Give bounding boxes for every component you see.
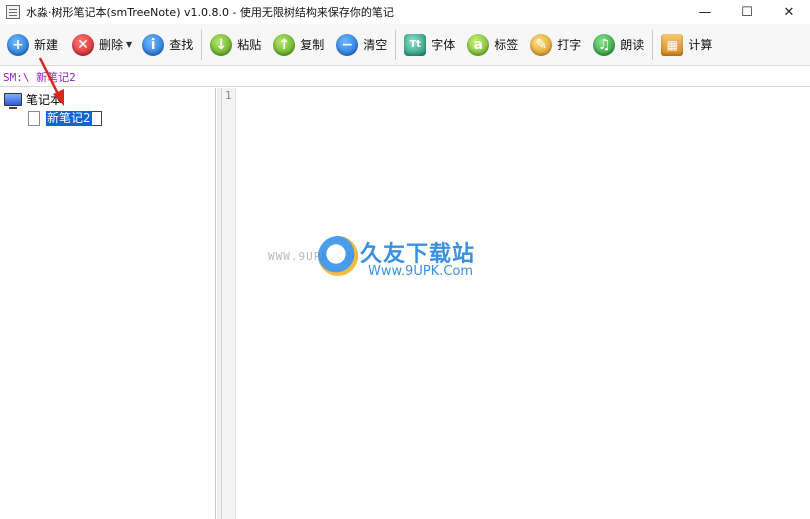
tag-icon: a: [467, 33, 490, 56]
tag-button[interactable]: a 标签: [463, 29, 522, 61]
monitor-icon: [4, 92, 22, 109]
find-button-label: 查找: [169, 38, 194, 52]
watermark: WWW.9UPK.COM 久友下载站 Www.9UPK.Com: [268, 234, 498, 294]
editor-content[interactable]: [242, 89, 810, 519]
font-button-label: 字体: [431, 38, 456, 52]
delete-button-label: 删除: [99, 38, 124, 52]
minimize-button[interactable]: —: [684, 0, 726, 24]
watermark-url: Www.9UPK.Com: [368, 264, 474, 279]
window-title: 水淼·树形笔记本(smTreeNote) v1.0.8.0 - 使用无限树结构来…: [26, 6, 394, 19]
tree-node-new-note[interactable]: 新笔记2: [28, 109, 102, 127]
calculator-button-label: 计算: [688, 38, 713, 52]
watermark-logo-icon: [318, 236, 358, 276]
info-icon: i: [142, 33, 165, 56]
delete-icon: ✕: [72, 33, 95, 56]
typing-button[interactable]: ✎ 打字: [526, 29, 585, 61]
app-notebook-icon: [6, 5, 20, 19]
line-number-gutter: 1: [222, 88, 236, 519]
font-button[interactable]: Tt 字体: [400, 29, 459, 61]
maximize-button[interactable]: ☐: [726, 0, 768, 24]
copy-button-label: 复制: [300, 38, 325, 52]
find-button[interactable]: i 查找: [138, 29, 197, 61]
clear-button[interactable]: − 清空: [332, 29, 391, 61]
window-controls: — ☐ ✕: [684, 0, 810, 24]
close-button[interactable]: ✕: [768, 0, 810, 24]
calculator-button[interactable]: ▦ 计算: [657, 29, 716, 61]
copy-up-icon: ↑: [273, 33, 296, 56]
clear-button-label: 清空: [363, 38, 388, 52]
toolbar-divider: [201, 29, 203, 60]
tree-node-label-editing[interactable]: 新笔记2: [46, 110, 92, 126]
title-bar: 水淼·树形笔记本(smTreeNote) v1.0.8.0 - 使用无限树结构来…: [0, 0, 810, 24]
read-aloud-button[interactable]: ♫ 朗读: [589, 29, 648, 61]
typing-button-label: 打字: [557, 38, 582, 52]
delete-button[interactable]: ✕ 删除 ▼: [68, 29, 138, 61]
rename-edit-box[interactable]: [91, 110, 102, 126]
plus-icon: +: [7, 33, 29, 56]
headphones-icon: ♫: [593, 33, 616, 56]
red-annotation-arrow: [38, 57, 64, 106]
tag-button-label: 标签: [494, 38, 519, 52]
paste-button-label: 粘贴: [237, 38, 262, 52]
copy-button[interactable]: ↑ 复制: [269, 29, 328, 61]
paste-button[interactable]: ↓ 粘贴: [206, 29, 265, 61]
toolbar: + 新建 ✕ 删除 ▼ i 查找 ↓ 粘贴 ↑ 复制 − 清空 Tt 字体 a …: [0, 24, 810, 66]
toolbar-divider: [395, 29, 397, 60]
note-editor[interactable]: 1: [221, 88, 810, 519]
document-icon: [28, 110, 40, 126]
pen-icon: ✎: [530, 33, 553, 56]
new-button-label: 新建: [34, 38, 59, 52]
font-icon: Tt: [404, 33, 427, 56]
read-aloud-button-label: 朗读: [620, 38, 645, 52]
path-bar: SM:\ 新笔记2: [0, 67, 810, 87]
line-number: 1: [225, 89, 232, 102]
clear-minus-icon: −: [336, 33, 359, 56]
notes-tree[interactable]: 笔记本 新笔记2: [0, 88, 216, 519]
toolbar-divider: [652, 29, 654, 60]
chevron-down-icon[interactable]: ▼: [126, 40, 132, 49]
paste-down-icon: ↓: [210, 33, 233, 56]
calculator-icon: ▦: [661, 33, 684, 56]
